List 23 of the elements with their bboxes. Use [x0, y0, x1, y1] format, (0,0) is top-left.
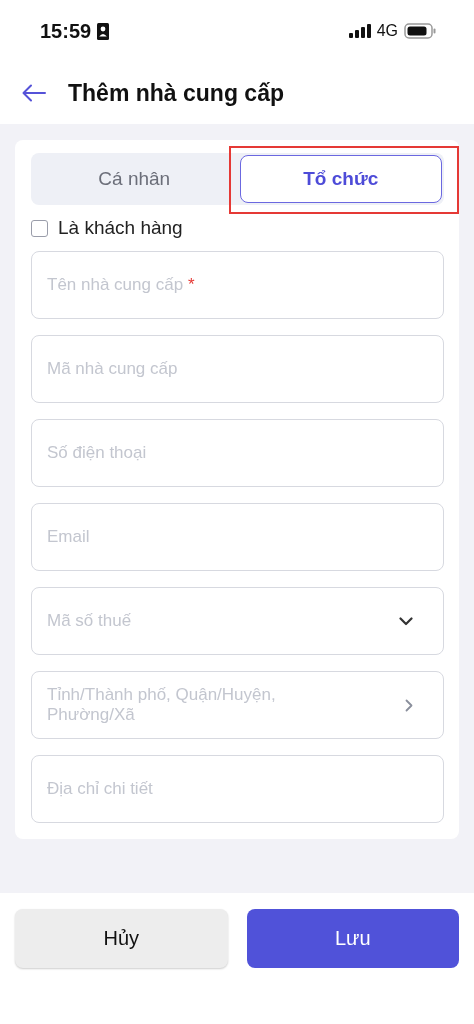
battery-icon — [404, 23, 436, 39]
input-field[interactable]: Mã số thuế — [31, 587, 444, 655]
input-field[interactable]: Số điện thoại — [31, 419, 444, 487]
clock-time: 15:59 — [40, 19, 92, 43]
save-button[interactable]: Lưu — [246, 909, 459, 968]
checkbox-label: Là khách hàng — [58, 217, 183, 239]
signal-icon — [348, 24, 371, 38]
input-field[interactable]: Tên nhà cung cấp * — [31, 251, 444, 319]
contact-card-icon — [97, 22, 110, 40]
input-field[interactable]: Mã nhà cung cấp — [31, 335, 444, 403]
type-tab[interactable]: Tổ chức — [239, 155, 442, 203]
checkbox[interactable] — [31, 219, 48, 237]
type-tab[interactable]: Cá nhân — [33, 155, 236, 203]
chevron-right-icon — [405, 698, 413, 712]
required-mark: * — [188, 274, 195, 294]
cancel-button[interactable]: Hủy — [15, 909, 228, 968]
input-field[interactable]: Email — [31, 503, 444, 571]
back-arrow-icon[interactable] — [22, 84, 46, 102]
input-field[interactable]: Địa chỉ chi tiết — [31, 755, 444, 823]
input-field[interactable]: Tỉnh/Thành phố, Quận/Huyện, Phường/Xã — [31, 671, 444, 739]
page-title: Thêm nhà cung cấp — [68, 79, 284, 107]
network-label: 4G — [376, 22, 398, 40]
chevron-down-icon — [399, 616, 413, 626]
